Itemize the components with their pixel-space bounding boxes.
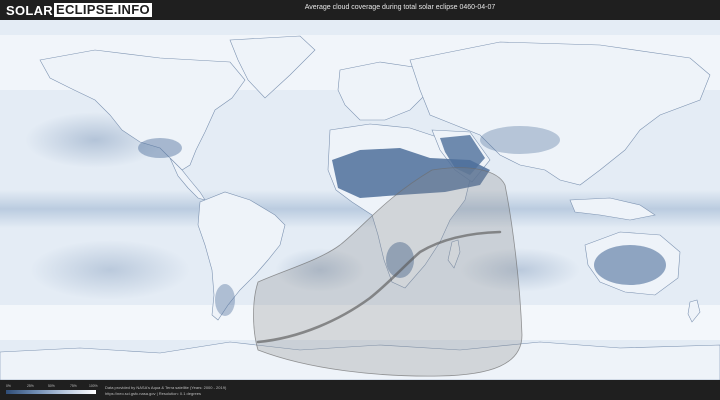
cloud-coverage-map: [0, 20, 720, 380]
footer-bar: 0% 25% 50% 75% 100% Data provided by NAS…: [0, 380, 720, 400]
legend-tick-75: 75%: [70, 384, 77, 388]
cloud-coverage-legend-bar: [6, 390, 96, 394]
central-asia-clear-zone: [480, 126, 560, 154]
legend-tick-50: 50%: [48, 384, 55, 388]
site-logo[interactable]: SOLAR ECLIPSE.INFO: [6, 2, 152, 18]
legend-tick-25: 25%: [27, 384, 34, 388]
page-title: Average cloud coverage during total sola…: [304, 4, 496, 11]
patagonia-clear-zone: [215, 284, 235, 316]
data-source-link[interactable]: https://neo.sci.gsfc.nasa.gov | Resoluti…: [105, 391, 201, 396]
pacific-clear-zone-south: [30, 240, 190, 300]
north-america-clear-zone: [138, 138, 182, 158]
data-credit: Data provided by NASA's Aqua & Terra sat…: [105, 385, 227, 390]
header-bar: SOLAR ECLIPSE.INFO Average cloud coverag…: [0, 0, 720, 20]
legend-tick-100: 100%: [89, 384, 98, 388]
legend-tick-0: 0%: [6, 384, 11, 388]
logo-text-solar: SOLAR: [6, 2, 53, 18]
page: SOLAR ECLIPSE.INFO Average cloud coverag…: [0, 0, 720, 400]
logo-text-eclipse-info: ECLIPSE.INFO: [54, 2, 152, 17]
australia-clear-zone: [594, 245, 666, 285]
